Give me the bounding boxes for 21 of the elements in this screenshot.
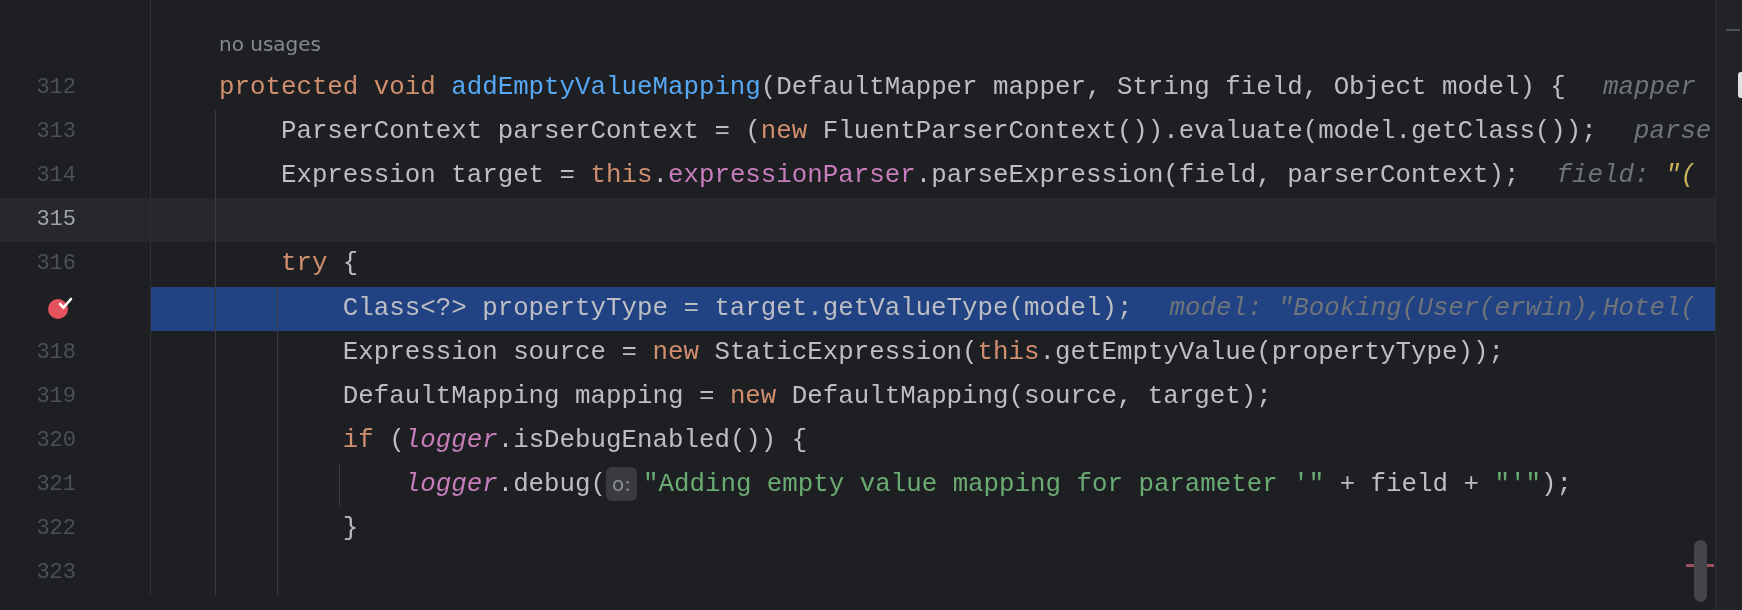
parameter-hint: o: <box>606 467 637 502</box>
inline-value-hint: mapper <box>1603 73 1696 103</box>
code-line: logger.debug( o: "Adding empty value mapping for parameter '" + field + "'"); <box>219 469 1572 499</box>
code-line: if (logger.isDebugEnabled()) { <box>341 425 808 455</box>
code-line: Class<?> propertyType = target.getValueType(model); <box>341 293 1133 323</box>
inspection-widget-icon[interactable] <box>1738 72 1742 98</box>
code-line: try { <box>279 249 359 279</box>
code-line: ParserContext parserContext = (new FluentParserContext()).evaluate(model.getClass()); <box>279 117 1597 147</box>
line-number: 315 <box>36 207 76 233</box>
code-line: Expression source = new StaticExpression(this.getEmptyValue(propertyType)); <box>341 337 1504 367</box>
usage-hint[interactable]: no usages <box>219 32 322 56</box>
breakpoint-icon[interactable] <box>48 297 73 319</box>
code-line: Expression target = this.expressionParser.parseExpression(field, parserContext); <box>279 161 1520 191</box>
scrollbar-thumb[interactable] <box>1694 540 1707 602</box>
stripe-mark <box>1726 29 1740 31</box>
inline-value-hint: field: "( <box>1556 161 1696 191</box>
code-line: protected void addEmptyValueMapping(DefaultMapper mapper, String field, Object model) { <box>219 73 1566 103</box>
code-line: } <box>341 514 359 544</box>
code-line: DefaultMapping mapping = new DefaultMapping(source, target); <box>341 381 1272 411</box>
inline-value-hint: parse <box>1633 117 1712 147</box>
inline-value-hint: model: "Booking(User(erwin),Hotel( <box>1169 293 1696 323</box>
